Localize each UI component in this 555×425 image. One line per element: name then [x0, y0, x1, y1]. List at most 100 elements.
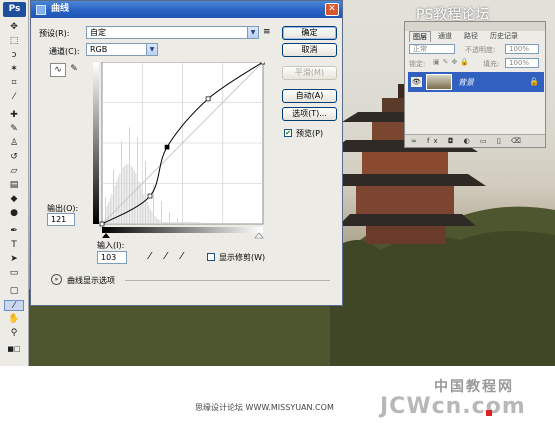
fill-field[interactable]: 100%: [505, 58, 539, 68]
color-swatches-icon[interactable]: ■□: [4, 344, 24, 355]
eyedropper-tool-icon[interactable]: ⁄: [4, 300, 24, 311]
channel-label: 通道(C):: [49, 47, 80, 56]
lock-icons[interactable]: ▣✎✥🔒: [433, 58, 472, 66]
curve-point-selected[interactable]: [164, 144, 170, 150]
histogram-bar: [135, 173, 137, 224]
channel-select[interactable]: RGB ▼: [86, 43, 158, 56]
white-point-eyedropper-icon[interactable]: ⁄: [181, 251, 183, 262]
histogram-bar: [199, 222, 201, 224]
marquee-icon[interactable]: ⬚: [4, 36, 24, 47]
healing-icon[interactable]: ✚: [4, 110, 24, 121]
footer-cn-watermark: 中国教程网: [434, 379, 514, 395]
footer-big-watermark: JCWcn.com: [380, 394, 526, 419]
input-field[interactable]: 103: [97, 251, 127, 264]
blur-icon[interactable]: ◆: [4, 194, 24, 205]
layers-panel: 图层 通道 路径 历史记录 正常 不透明度: 100% 锁定: ▣✎✥🔒 填充:…: [404, 21, 546, 148]
layer-thumbnail: [426, 74, 452, 90]
tab-paths[interactable]: 路径: [461, 31, 481, 42]
histogram-bar: [185, 221, 186, 224]
curve-display-options-toggle[interactable]: 曲线显示选项: [67, 275, 115, 286]
histogram-bar: [183, 222, 185, 224]
histogram-bar: [196, 222, 198, 224]
histogram-bar: [151, 211, 153, 224]
histogram-bar: [191, 222, 193, 224]
magic-wand-icon[interactable]: ✶: [4, 64, 24, 75]
curve-point[interactable]: [147, 193, 153, 199]
histogram-bar: [173, 222, 175, 224]
auto-button[interactable]: 自动(A): [282, 89, 337, 103]
eyedropper-icon[interactable]: ⁄: [4, 92, 24, 103]
path-select-icon[interactable]: ➤: [4, 254, 24, 265]
histogram-bar: [138, 181, 140, 224]
layer-row-background[interactable]: 👁 背景 🔒: [408, 72, 544, 92]
preset-label: 预设(R):: [39, 29, 70, 38]
histogram-bar: [127, 164, 129, 224]
zoom-icon[interactable]: ⚲: [4, 328, 24, 339]
histogram-bar: [146, 201, 148, 224]
output-field[interactable]: 121: [47, 213, 75, 226]
curve-edit-icon[interactable]: ∿: [50, 63, 66, 77]
panel-header[interactable]: [405, 22, 545, 31]
curve-point[interactable]: [260, 62, 265, 65]
crop-icon[interactable]: ⌗: [4, 78, 24, 89]
lasso-icon[interactable]: ↄ: [4, 50, 24, 61]
histogram-bar: [180, 222, 182, 224]
histogram-bar: [113, 169, 114, 224]
dialog-app-icon: [36, 5, 46, 15]
hand-icon[interactable]: ✋: [4, 314, 24, 325]
screenshot: PS教程论坛 Ps ✥ ⬚ ↄ ✶ ⌗ ⁄ ✚ ✎ ♙ ↺ ▱ ▤ ◆ ● ✒ …: [0, 0, 555, 425]
histogram-bar: [186, 222, 188, 224]
divider: [125, 280, 330, 281]
histogram-bar: [193, 222, 194, 224]
curve-graph[interactable]: [93, 62, 265, 244]
options-button[interactable]: 选项(T)...: [282, 107, 337, 121]
dialog-titlebar[interactable]: 曲线 ✕: [31, 1, 342, 18]
notes-icon[interactable]: ▢: [4, 286, 24, 297]
opacity-field[interactable]: 100%: [505, 44, 539, 54]
show-clipping-checkbox[interactable]: [207, 253, 215, 261]
close-icon[interactable]: ✕: [325, 3, 339, 16]
histogram-bar: [159, 220, 161, 224]
pencil-draw-icon[interactable]: ✎: [68, 63, 80, 77]
text-icon[interactable]: T: [4, 240, 24, 251]
histogram-bar: [145, 161, 146, 224]
histogram-bar: [167, 222, 169, 224]
gray-point-eyedropper-icon[interactable]: ⁄: [165, 251, 167, 262]
input-gradient-bar: [102, 227, 263, 233]
red-dot: [486, 410, 492, 416]
eye-icon[interactable]: 👁: [411, 77, 422, 87]
ok-button[interactable]: 确定: [282, 26, 337, 40]
histogram-bar: [178, 222, 180, 224]
curve-point[interactable]: [205, 96, 211, 102]
blend-mode-select[interactable]: 正常: [409, 44, 455, 54]
dodge-icon[interactable]: ●: [4, 208, 24, 219]
histogram-bar: [122, 167, 124, 224]
move-icon[interactable]: ✥: [4, 22, 24, 33]
white-point-slider[interactable]: [254, 232, 264, 239]
histogram-bar: [132, 167, 134, 224]
preview-checkbox[interactable]: ✔: [284, 129, 292, 137]
footer-watermark: 中国教程网 JCWcn.com 思缘设计论坛 WWW.MISSYUAN.COM: [0, 366, 555, 425]
black-point-slider[interactable]: [102, 233, 110, 238]
shape-icon[interactable]: ▭: [4, 268, 24, 279]
histogram-bar: [129, 127, 130, 224]
layers-footer-icons[interactable]: ∞ fx ◘ ◐ ▭ ▯ ⌫: [405, 134, 545, 147]
pen-icon[interactable]: ✒: [4, 226, 24, 237]
smooth-button[interactable]: 平滑(M): [282, 66, 337, 80]
histogram-bar: [170, 222, 172, 224]
cancel-button[interactable]: 取消: [282, 43, 337, 57]
gradient-icon[interactable]: ▤: [4, 180, 24, 191]
eraser-icon[interactable]: ▱: [4, 166, 24, 177]
tab-channels[interactable]: 通道: [435, 31, 455, 42]
black-point-eyedropper-icon[interactable]: ⁄: [149, 251, 151, 262]
curve-point[interactable]: [99, 221, 105, 227]
history-brush-icon[interactable]: ↺: [4, 152, 24, 163]
expand-options-icon[interactable]: »: [51, 274, 62, 285]
footer-sub-watermark: 思缘设计论坛 WWW.MISSYUAN.COM: [195, 403, 334, 412]
brush-icon[interactable]: ✎: [4, 124, 24, 135]
tab-history[interactable]: 历史记录: [487, 31, 521, 42]
preset-menu-icon[interactable]: ≡: [263, 27, 271, 37]
stamp-icon[interactable]: ♙: [4, 138, 24, 149]
preset-select[interactable]: 自定 ▼: [86, 26, 259, 39]
tab-layers[interactable]: 图层: [409, 31, 431, 42]
